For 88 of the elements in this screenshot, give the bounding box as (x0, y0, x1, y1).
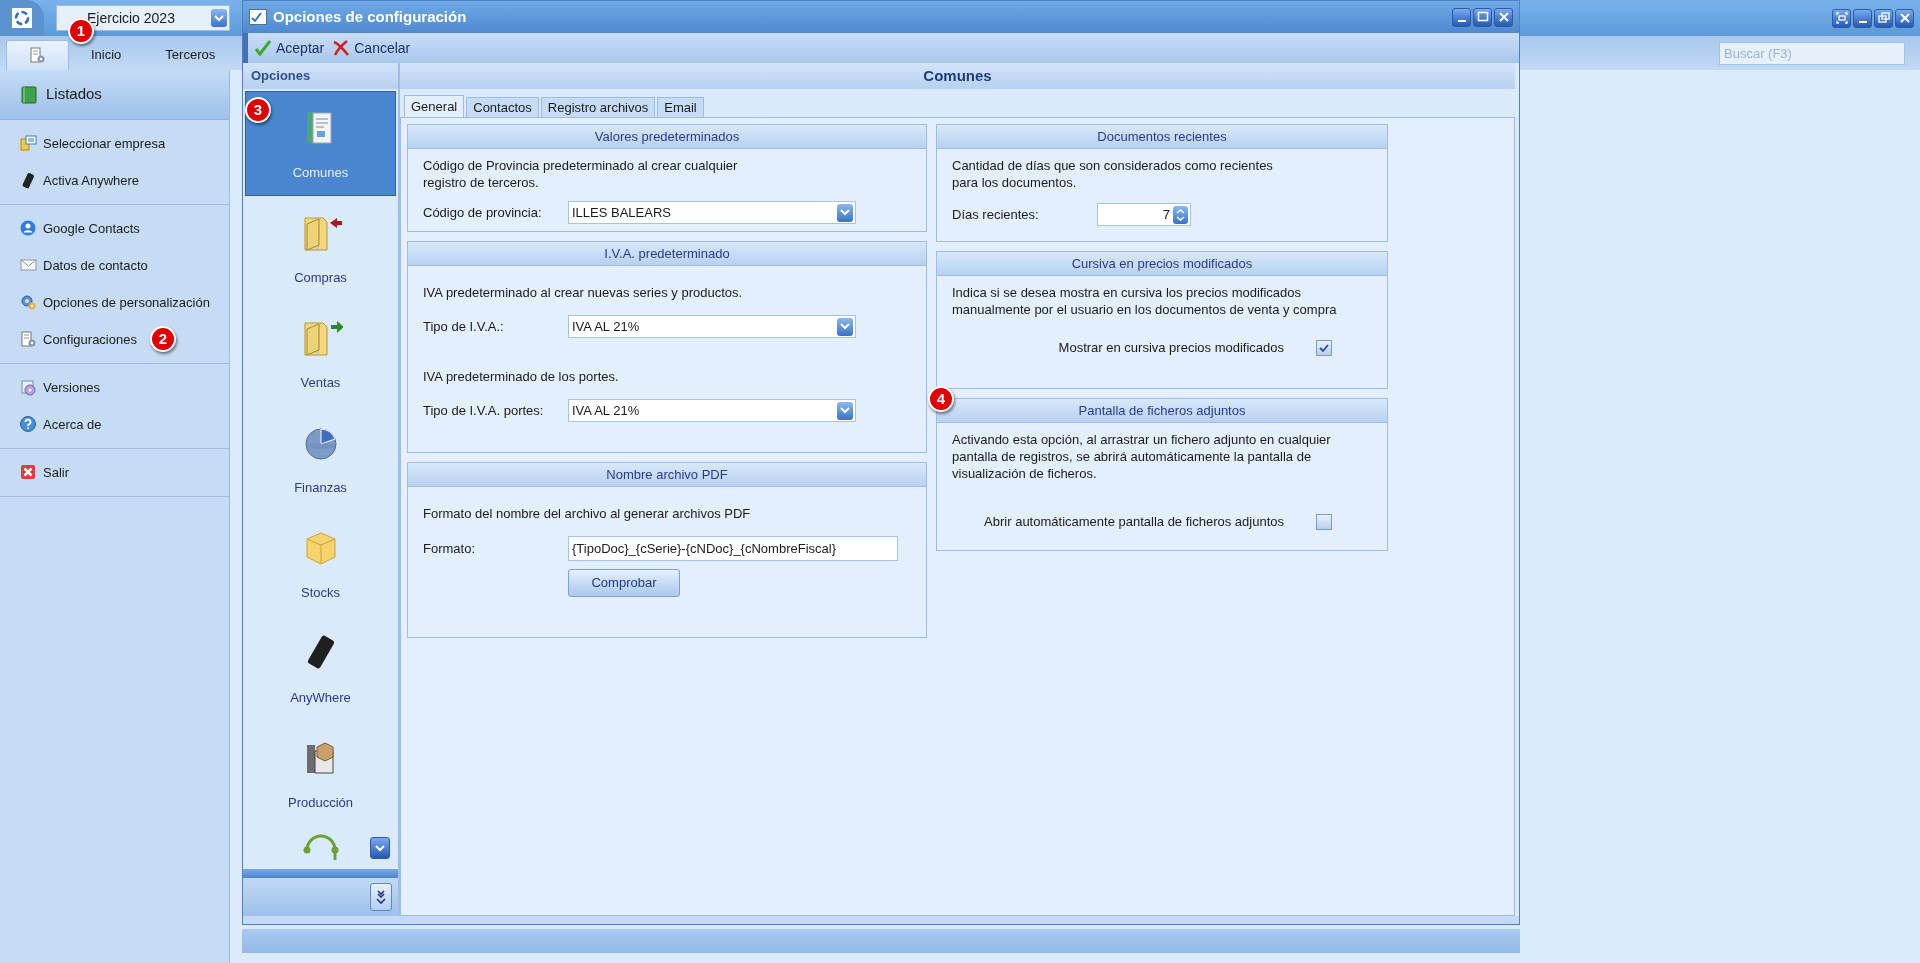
options-item[interactable]: Stocks (245, 511, 396, 616)
maximize-button[interactable] (1473, 7, 1492, 27)
step-marker: 4 (928, 386, 954, 412)
fit-window-icon (1833, 10, 1850, 26)
sidebar-item[interactable]: Acerca de (0, 406, 106, 443)
number-field[interactable]: 7 (1097, 203, 1191, 226)
gears-icon (20, 294, 37, 311)
accept-button[interactable]: Aceptar (254, 37, 325, 59)
section-title: Comunes (400, 63, 1515, 89)
group-title: Documentos recientes (937, 125, 1387, 149)
description-text: IVA predeterminado al crear nuevas series y productos. (423, 284, 744, 301)
restore-icon (1875, 10, 1892, 26)
fit-window-button[interactable] (1832, 8, 1851, 28)
sidebar-item[interactable]: Seleccionar empresa (0, 125, 170, 162)
close-button[interactable] (1494, 7, 1513, 27)
dropdown-field[interactable]: ILLES BALEARS (568, 201, 856, 224)
description-text: Código de Provincia predeterminado al crear cualquier registro de terceros. (423, 157, 739, 191)
sidebar-item[interactable]: Opciones de personalización (0, 284, 214, 321)
checklist-icon (249, 9, 267, 25)
restore-button[interactable] (1874, 8, 1893, 28)
group-title: Nombre archivo PDF (408, 463, 926, 487)
sidebar-item[interactable]: Versiones (0, 369, 105, 406)
options-header: Opciones (243, 63, 398, 89)
description-text: Activando esta opción, al arrastrar un fichero adjunto en cualquier pantalla de registros, se abrirá automáticamente la pantalla de visualización de ficheros. (952, 431, 1332, 482)
group-title: I.V.A. predeterminado (408, 242, 926, 266)
document-gear-icon (29, 47, 46, 64)
search-field[interactable]: Buscar (F3) (1719, 42, 1905, 65)
options-item[interactable]: Ventas (245, 301, 396, 406)
scroll-down-button[interactable] (370, 837, 390, 859)
app-menu-button[interactable] (0, 0, 44, 36)
ribbon-tab[interactable]: Inicio (69, 40, 144, 70)
tab[interactable]: Email (657, 97, 704, 117)
tab[interactable]: Contactos (466, 97, 539, 117)
sidebar-item[interactable]: Activa Anywhere (0, 162, 144, 199)
minimize-button[interactable] (1853, 8, 1872, 28)
field-label: Tipo de I.V.A. portes: (423, 401, 545, 420)
app-logo-icon (12, 8, 32, 28)
description-text: Indica si se desea mostra en cursiva los precios modificados manualmente por el usuario en los documentos de venta y compra (952, 284, 1338, 318)
format-field[interactable]: {TipoDoc}_{cSerie}-{cNDoc}_{cNombreFiscal} (568, 536, 898, 561)
options-item[interactable]: Producción (245, 721, 396, 826)
sidebar-title: Listados (46, 84, 102, 105)
close-icon (20, 464, 37, 481)
sidebar-item[interactable]: Salir (0, 454, 73, 491)
close-button[interactable] (1895, 8, 1914, 28)
sidebar-item[interactable]: Configuraciones (0, 321, 141, 358)
checkbox-label: Mostrar en cursiva precios modificados (1058, 339, 1284, 357)
help-icon (20, 416, 37, 433)
dropdown-field[interactable]: IVA AL 21% (568, 315, 856, 338)
description-text: Cantidad de días que son considerados como recientes para los documentos. (952, 157, 1274, 191)
tab[interactable]: Registro archivos (540, 97, 656, 117)
cross-icon (332, 39, 351, 57)
field-label: Días recientes: (952, 205, 1040, 224)
group-title: Cursiva en precios modificados (937, 252, 1387, 276)
minimize-button[interactable] (1452, 7, 1471, 27)
dropdown-field[interactable]: IVA AL 21% (568, 399, 856, 422)
sidebar-item[interactable]: Datos de contacto (0, 247, 152, 284)
field-label: Formato: (423, 539, 476, 558)
user-icon (20, 220, 37, 237)
double-chevron-icon (375, 889, 387, 905)
step-marker: 2 (150, 326, 176, 352)
expand-button[interactable] (370, 883, 392, 911)
checkmark-icon (254, 39, 272, 57)
envelope-icon (20, 257, 37, 274)
spin-arrows-icon (1173, 205, 1188, 224)
checkbox[interactable] (1316, 339, 1332, 356)
dialog-title: Opciones de configuración (273, 6, 467, 27)
field-label: Tipo de I.V.A.: (423, 317, 505, 336)
document-gear-icon (20, 331, 37, 348)
company-icon (20, 135, 37, 152)
tab[interactable]: General (404, 95, 465, 117)
minimize-icon (1858, 21, 1867, 23)
notebook-icon (20, 85, 38, 104)
options-item[interactable]: Finanzas (245, 406, 396, 511)
options-item[interactable]: AnyWhere (245, 616, 396, 721)
field-label: Código de provincia: (423, 203, 543, 222)
network-icon (302, 834, 339, 860)
group-title: Valores predeterminados (408, 125, 926, 149)
ribbon-tab[interactable]: Terceros (143, 40, 238, 70)
sidebar-item[interactable]: Google Contacts (0, 210, 144, 247)
check-button[interactable]: Comprobar (568, 569, 680, 597)
checkbox[interactable] (1316, 513, 1332, 530)
description-text: IVA predeterminado de los portes. (423, 368, 620, 385)
description-text: Formato del nombre del archivo al generar archivos PDF (423, 505, 752, 522)
minimize-icon (1457, 20, 1466, 22)
chevron-down-icon (375, 844, 385, 852)
options-item[interactable]: Compras (245, 196, 396, 301)
checkbox-label: Abrir automáticamente pantalla de ficheros adjuntos (984, 513, 1284, 531)
cancel-button[interactable]: Cancelar (332, 37, 411, 59)
